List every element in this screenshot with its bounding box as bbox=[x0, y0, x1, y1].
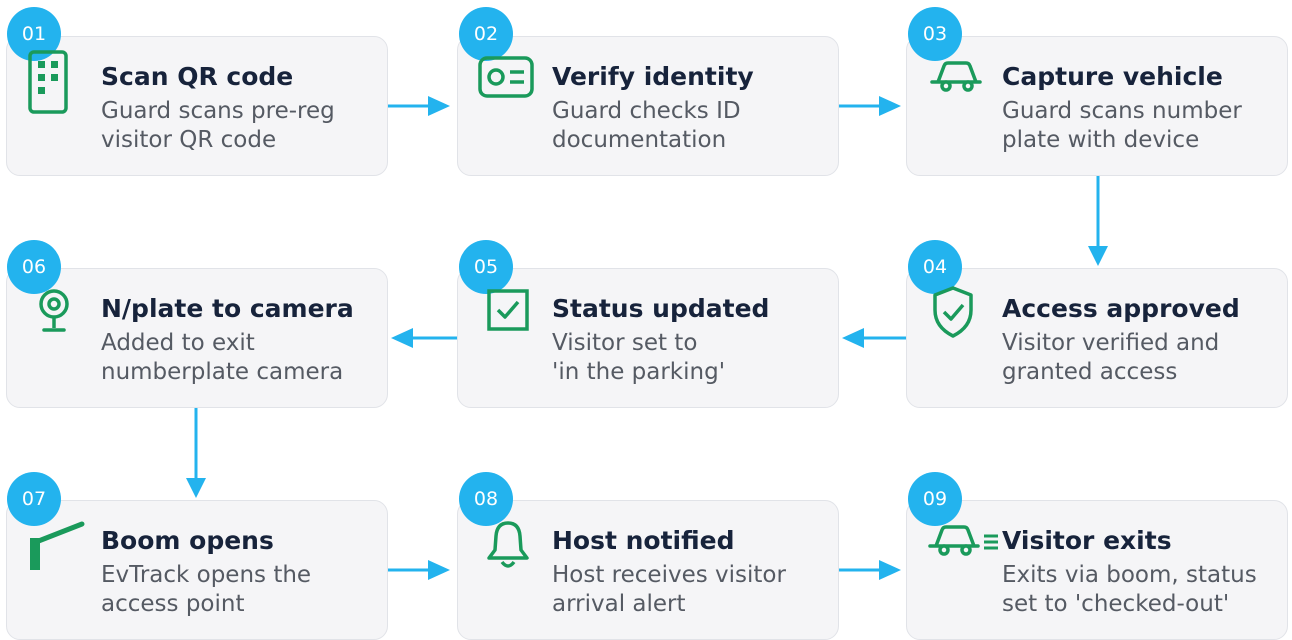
step-title: N/plate to camera bbox=[101, 294, 354, 323]
checkbox-icon bbox=[486, 288, 530, 332]
arrow-02-to-03 bbox=[839, 95, 903, 117]
step-description: EvTrack opens the access point bbox=[101, 562, 312, 617]
step-title: Verify identity bbox=[552, 62, 754, 91]
step-number-badge: 03 bbox=[908, 7, 962, 61]
boom-gate-icon bbox=[26, 520, 86, 572]
car-exit-icon bbox=[926, 522, 1000, 558]
step-number-badge: 02 bbox=[459, 7, 513, 61]
arrow-07-to-08 bbox=[388, 559, 452, 581]
step-title: Capture vehicle bbox=[1002, 62, 1223, 91]
step-description: Guard scans number plate with device bbox=[1002, 98, 1242, 153]
arrow-05-to-06 bbox=[389, 327, 457, 349]
id-card-icon bbox=[476, 54, 536, 100]
step-description: Host receives visitor arrival alert bbox=[552, 562, 786, 617]
car-icon bbox=[928, 58, 986, 94]
bell-icon bbox=[485, 518, 531, 570]
arrow-06-to-07 bbox=[185, 408, 207, 500]
step-number-badge: 07 bbox=[7, 472, 61, 526]
step-title: Host notified bbox=[552, 526, 735, 555]
arrow-04-to-05 bbox=[840, 327, 906, 349]
step-number-badge: 05 bbox=[459, 240, 513, 294]
arrow-01-to-02 bbox=[388, 95, 452, 117]
step-description: Guard scans pre-reg visitor QR code bbox=[101, 98, 335, 153]
step-number-badge: 06 bbox=[7, 240, 61, 294]
step-title: Visitor exits bbox=[1002, 526, 1172, 555]
step-description: Guard checks ID documentation bbox=[552, 98, 741, 153]
arrow-03-to-04 bbox=[1087, 176, 1109, 268]
step-description: Visitor verified and granted access bbox=[1002, 330, 1220, 385]
step-description: Visitor set to'in the parking' bbox=[552, 330, 726, 385]
step-title: Boom opens bbox=[101, 526, 274, 555]
step-title: Scan QR code bbox=[101, 62, 294, 91]
step-number-badge: 09 bbox=[908, 472, 962, 526]
step-title: Status updated bbox=[552, 294, 770, 323]
arrow-08-to-09 bbox=[839, 559, 903, 581]
step-description: Exits via boom, status set to 'checked-ou… bbox=[1002, 562, 1257, 617]
shield-check-icon bbox=[930, 284, 976, 340]
qr-code-icon bbox=[24, 50, 72, 114]
step-description: Added to exit numberplate camera bbox=[101, 330, 344, 385]
step-title: Access approved bbox=[1002, 294, 1240, 323]
webcam-icon bbox=[34, 288, 74, 336]
